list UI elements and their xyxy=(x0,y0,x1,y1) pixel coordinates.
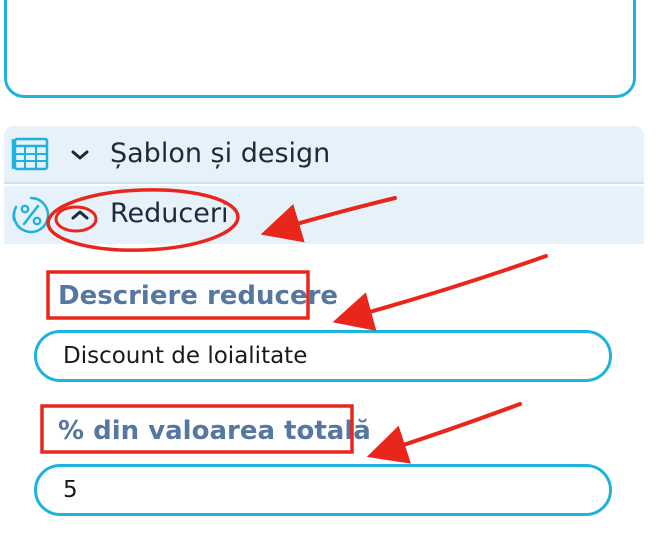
chevron-down-icon[interactable] xyxy=(66,141,94,169)
notes-textarea[interactable] xyxy=(4,0,636,98)
discount-description-input[interactable] xyxy=(34,330,612,382)
invoice-settings-panel: Șablon și design Reduceri Descriere redu… xyxy=(0,0,672,560)
table-icon xyxy=(11,137,49,171)
section-sablon-label: Șablon și design xyxy=(110,138,331,169)
section-reduceri-label: Reduceri xyxy=(110,198,229,229)
section-reduceri[interactable]: Reduceri xyxy=(4,186,644,244)
chevron-up-icon[interactable] xyxy=(66,201,94,229)
section-sablon-design[interactable]: Șablon și design xyxy=(4,126,644,184)
discount-percent-label: % din valoarea totală xyxy=(58,416,371,446)
percent-icon xyxy=(12,196,50,234)
discount-percent-input[interactable] xyxy=(34,464,612,516)
discount-description-label: Descriere reducere xyxy=(58,281,339,311)
